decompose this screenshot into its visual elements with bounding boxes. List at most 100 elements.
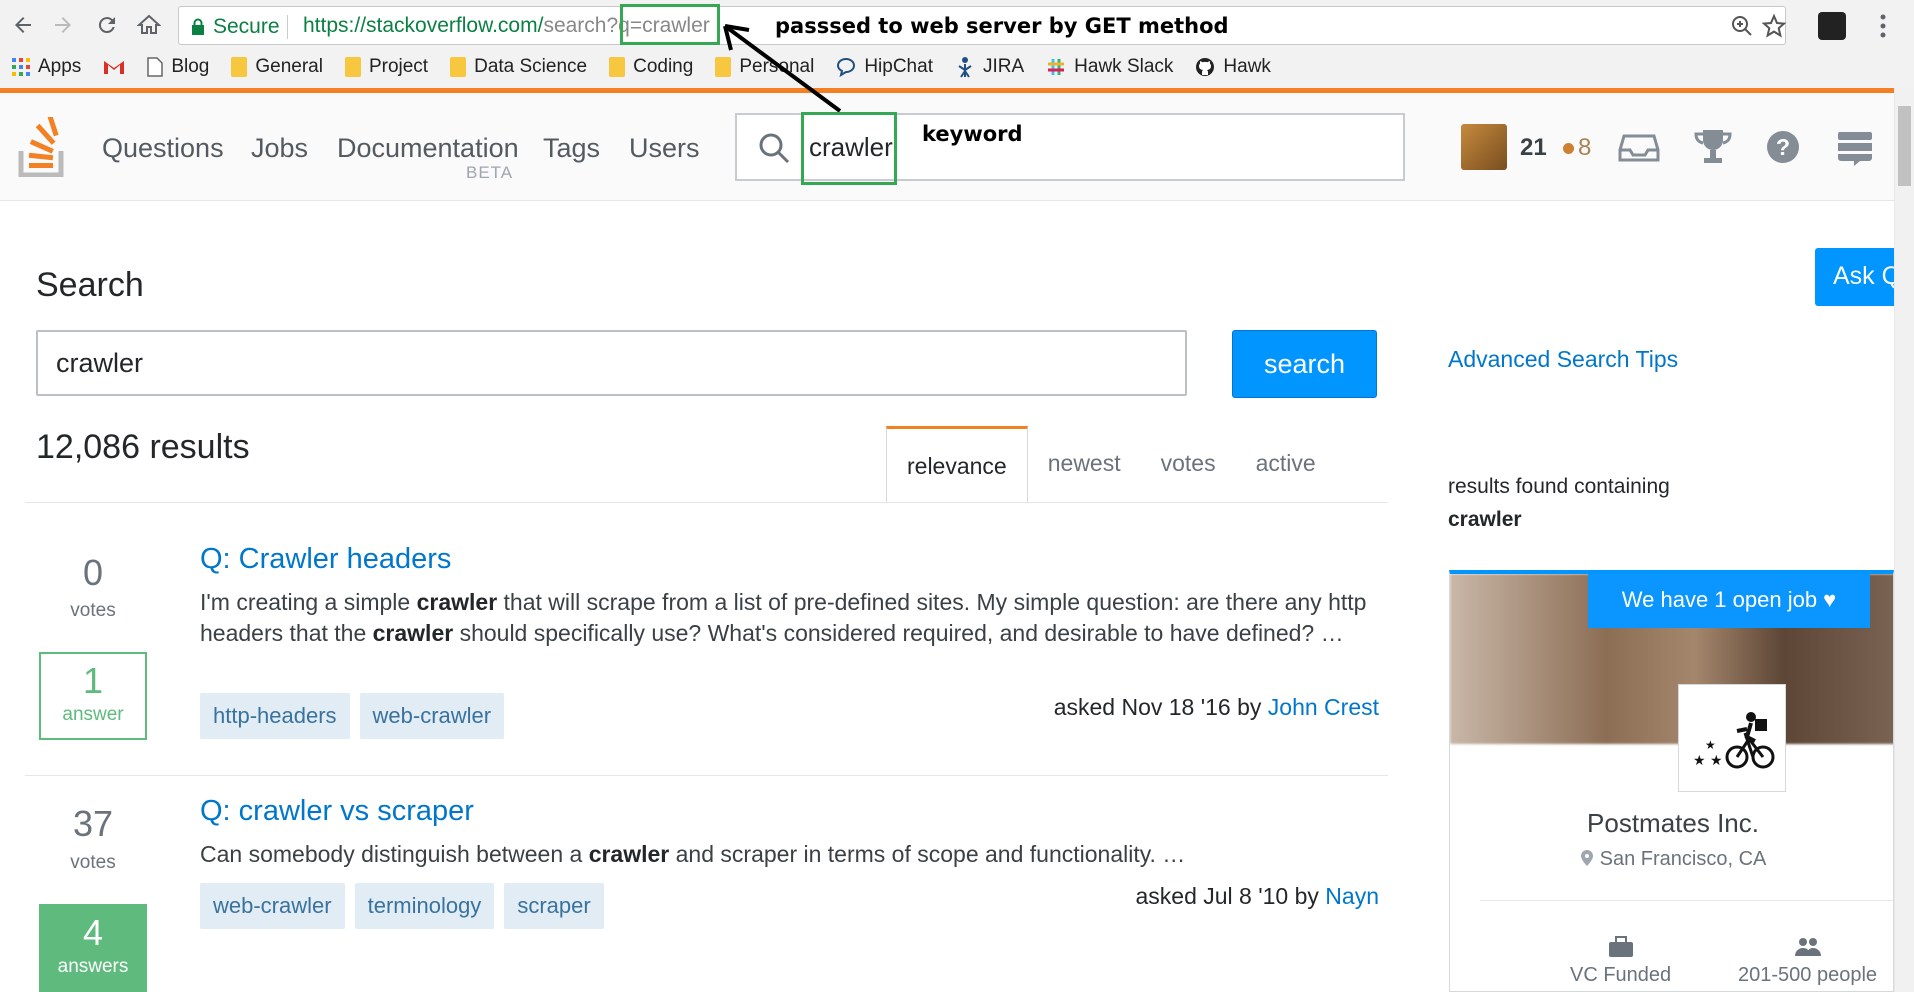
tab-active[interactable]: active — [1236, 426, 1336, 504]
slack-icon — [1048, 59, 1065, 75]
bookmark-label: Blog — [171, 56, 210, 77]
reload-icon[interactable] — [90, 8, 124, 42]
search-input[interactable]: crawler — [36, 330, 1187, 396]
company-location-text: San Francisco, CA — [1599, 848, 1767, 870]
bookmark-label: Data Science — [474, 56, 588, 77]
avatar[interactable] — [1461, 124, 1507, 170]
back-icon[interactable] — [6, 8, 40, 42]
tab-relevance[interactable]: relevance — [886, 426, 1028, 504]
nav-questions[interactable]: Questions — [102, 133, 224, 164]
job-ad-card[interactable]: We have 1 open job ♥ ★ ★ ★ Postmates Inc… — [1449, 570, 1894, 992]
answer-count-box: 1 answer — [39, 652, 147, 740]
question-title-link[interactable]: Q: crawler vs scraper — [200, 795, 474, 828]
tag-scraper[interactable]: scraper — [504, 883, 604, 929]
nav-jobs[interactable]: Jobs — [251, 133, 308, 164]
page-icon — [147, 57, 164, 77]
answer-label: answers — [57, 956, 129, 977]
inbox-icon[interactable] — [1618, 126, 1660, 168]
ask-question-button[interactable]: Ask Question — [1815, 248, 1894, 306]
sort-tabs: relevance newest votes active — [886, 426, 1336, 504]
vote-count: 37 — [72, 803, 114, 844]
advanced-search-tips-link[interactable]: Advanced Search Tips — [1448, 346, 1678, 373]
asked-date: asked Jul 8 '10 by — [1135, 883, 1319, 909]
vote-count: 0 — [82, 552, 104, 593]
user-link[interactable]: John Crest — [1268, 694, 1379, 720]
question-tags: web-crawler terminology scraper — [200, 883, 604, 929]
question-excerpt: I'm creating a simple crawler that will … — [200, 587, 1380, 649]
bronze-count-value: 8 — [1578, 134, 1592, 161]
tab-newest[interactable]: newest — [1028, 426, 1141, 504]
page-scrollbar[interactable] — [1894, 88, 1914, 992]
results-found-term: crawler — [1448, 508, 1522, 531]
asked-date: asked Nov 18 '16 by — [1053, 694, 1262, 720]
tag-terminology[interactable]: terminology — [354, 883, 495, 929]
postmates-courier-icon: ★ ★ ★ — [1693, 712, 1775, 769]
folder-icon — [231, 57, 248, 77]
excerpt-text: Can somebody distinguish between a — [200, 841, 589, 867]
bookmark-data-science[interactable]: Data Science — [450, 56, 587, 78]
tag-http-headers[interactable]: http-headers — [200, 693, 350, 739]
question-tags: http-headers web-crawler — [200, 693, 505, 739]
secure-label: Secure — [213, 15, 280, 38]
zoom-icon[interactable] — [1729, 13, 1755, 39]
company-logo[interactable]: ★ ★ ★ — [1678, 684, 1786, 792]
question-excerpt: Can somebody distinguish between a crawl… — [200, 839, 1380, 870]
excerpt-highlight: crawler — [416, 589, 498, 615]
forward-icon[interactable] — [46, 8, 80, 42]
achievements-trophy-icon[interactable] — [1692, 126, 1734, 168]
bookmark-apps[interactable]: Apps — [12, 56, 81, 78]
tag-web-crawler[interactable]: web-crawler — [200, 883, 345, 929]
excerpt-highlight: crawler — [372, 620, 454, 646]
scrollbar-thumb[interactable] — [1898, 106, 1911, 186]
bookmark-star-icon[interactable] — [1761, 13, 1787, 39]
reputation-count[interactable]: 21 — [1520, 134, 1547, 162]
home-icon[interactable] — [132, 8, 166, 42]
result-divider — [25, 775, 1388, 776]
open-jobs-badge[interactable]: We have 1 open job ♥ — [1588, 574, 1870, 628]
bookmark-project[interactable]: Project — [344, 56, 428, 78]
excerpt-text: and scraper in terms of scope and functi… — [669, 841, 1186, 867]
menu-dots-icon[interactable] — [1878, 12, 1888, 40]
search-icon — [759, 133, 790, 164]
bookmark-hipchat[interactable]: HipChat — [836, 56, 933, 78]
perk-company-size: 201-500 people — [1738, 936, 1877, 987]
bookmark-general[interactable]: General — [231, 56, 323, 78]
bookmark-label: HipChat — [864, 56, 933, 77]
answer-label: answer — [62, 704, 124, 725]
vote-label: votes — [70, 852, 116, 873]
annotation-get-method-label: passsed to web server by GET method — [775, 14, 1229, 38]
bookmark-label: Coding — [633, 56, 694, 77]
nav-tags[interactable]: Tags — [543, 133, 600, 164]
bookmark-label: Hawk Slack — [1074, 56, 1174, 77]
url-separator — [287, 15, 288, 39]
company-name[interactable]: Postmates Inc. — [1450, 808, 1893, 839]
bookmark-hawk-slack[interactable]: Hawk Slack — [1046, 56, 1173, 78]
user-link[interactable]: Nayn — [1325, 883, 1379, 909]
search-button[interactable]: search — [1232, 330, 1377, 398]
tag-web-crawler[interactable]: web-crawler — [359, 693, 505, 739]
bookmark-blog[interactable]: Blog — [147, 56, 209, 78]
tab-votes[interactable]: votes — [1141, 426, 1236, 504]
help-icon[interactable]: ? — [1762, 126, 1804, 168]
answer-count: 4 — [82, 912, 104, 953]
svg-text:★ ★: ★ ★ — [1693, 753, 1723, 769]
bookmark-label: Apps — [38, 56, 82, 77]
annotation-keyword-label: keyword — [922, 122, 1023, 146]
perk-funding-label: VC Funded — [1570, 964, 1672, 986]
results-divider — [25, 502, 1388, 503]
answer-count-box: 4 answers — [39, 904, 147, 992]
nav-users[interactable]: Users — [629, 133, 700, 164]
nav-documentation[interactable]: Documentation — [337, 133, 519, 164]
github-icon — [1196, 58, 1215, 76]
question-title-link[interactable]: Q: Crawler headers — [200, 543, 451, 576]
bookmark-coding[interactable]: Coding — [609, 56, 693, 78]
bookmark-hawk[interactable]: Hawk — [1195, 56, 1271, 78]
extension-icon[interactable] — [1818, 12, 1846, 40]
apps-grid-icon — [12, 58, 30, 76]
bookmark-gmail[interactable] — [103, 59, 125, 75]
secure-indicator[interactable]: Secure — [191, 15, 280, 39]
stackexchange-menu-icon[interactable] — [1834, 126, 1876, 168]
stackoverflow-logo-icon[interactable] — [18, 117, 68, 177]
bookmark-jira[interactable]: JIRA — [955, 56, 1024, 78]
bronze-badge-count[interactable]: 8 — [1563, 134, 1591, 162]
